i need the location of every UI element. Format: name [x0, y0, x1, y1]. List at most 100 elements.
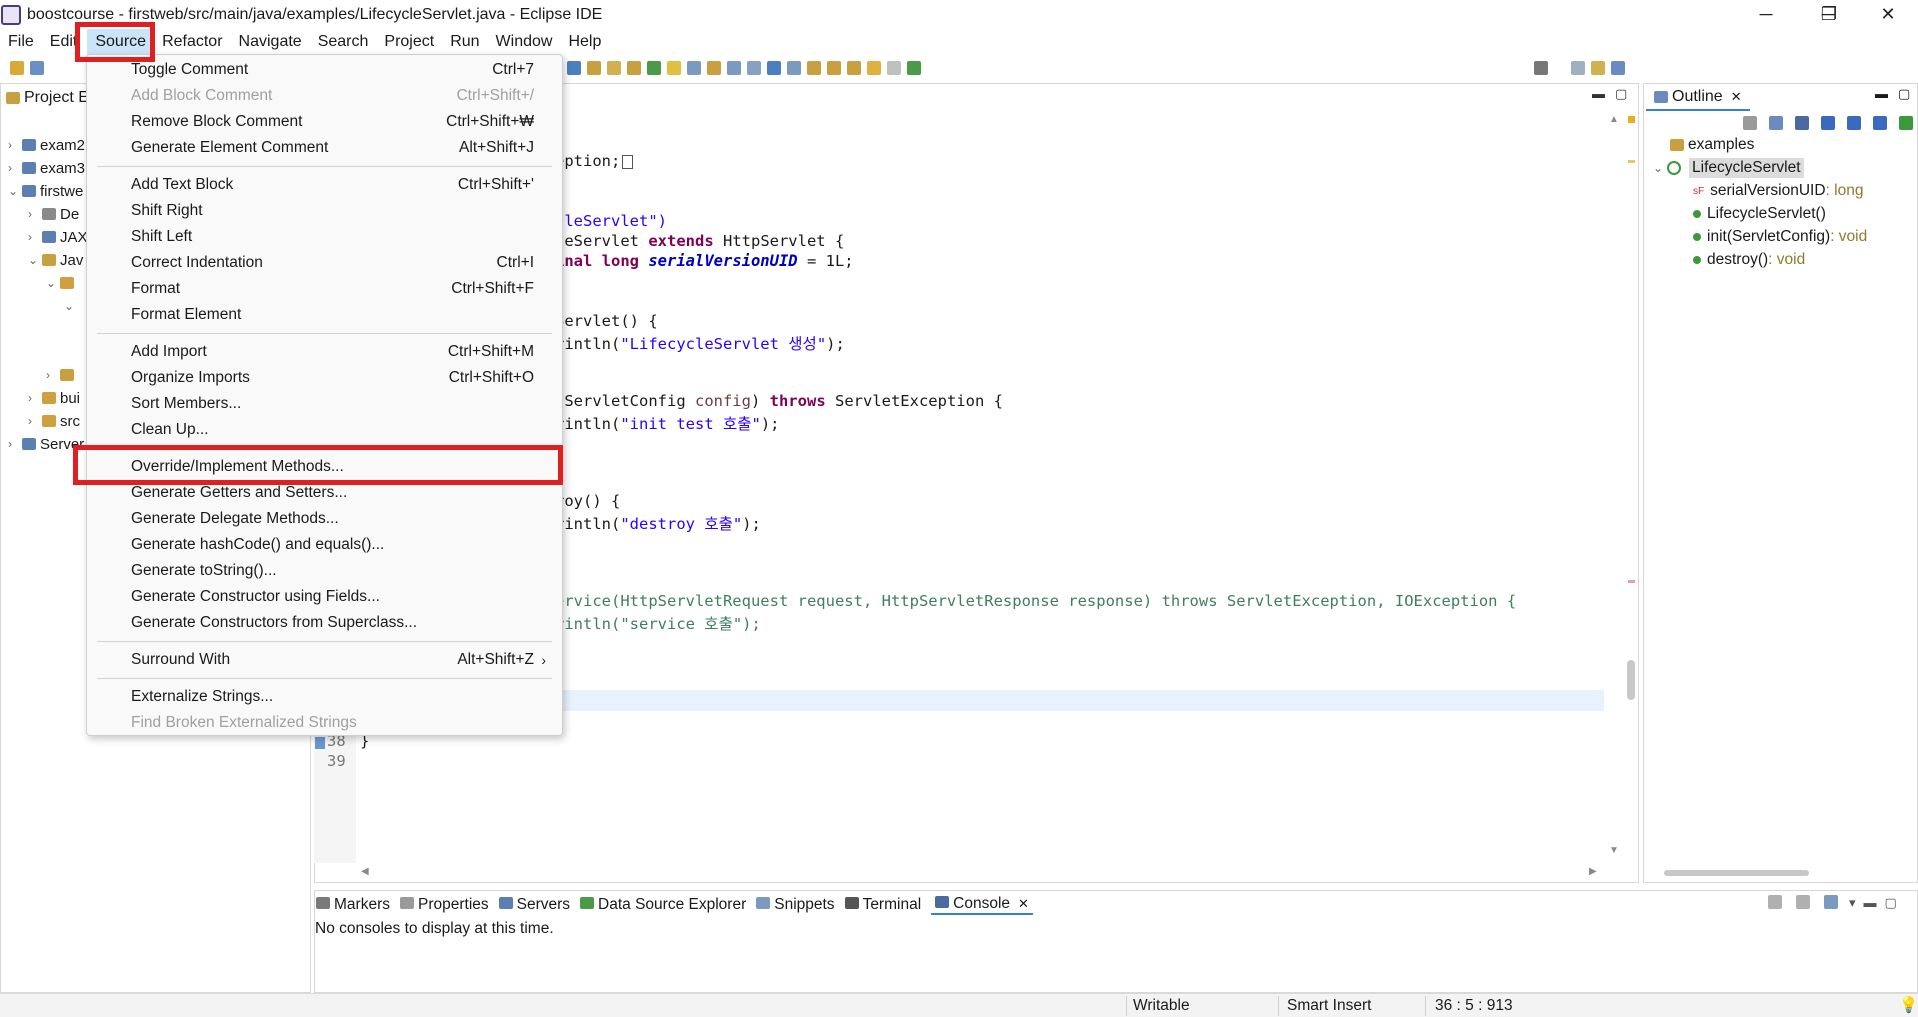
java-ee-perspective-icon[interactable]	[1591, 61, 1605, 75]
tree-row[interactable]: › De	[28, 204, 79, 224]
chevron-down-icon[interactable]: ⌄	[8, 184, 22, 198]
hide-static-icon[interactable]	[1847, 116, 1861, 130]
chevron-right-icon[interactable]: ›	[28, 414, 42, 428]
toolbar-tool-icon[interactable]	[827, 61, 841, 75]
code-line[interactable]: rintln("init test 호출");	[555, 412, 780, 434]
toolbar-tool-icon[interactable]	[567, 61, 581, 75]
minimize-button[interactable]: ─	[1736, 0, 1796, 29]
chevron-right-icon[interactable]: ›	[28, 207, 42, 221]
view-menu-icon[interactable]: ▾	[1849, 895, 1856, 911]
outline-maximize-icon[interactable]: ▢	[1898, 86, 1910, 102]
menu-file[interactable]: File	[0, 29, 42, 55]
sort-icon[interactable]	[1795, 116, 1809, 130]
outline-item-class[interactable]: ⌄ LifecycleServlet	[1653, 157, 1804, 179]
menu-item-generate-constructors-superclass[interactable]: Generate Constructors from Superclass...	[87, 610, 564, 636]
menu-item-format[interactable]: Format Ctrl+Shift+F	[87, 276, 564, 302]
menu-item-sort-members[interactable]: Sort Members...	[87, 391, 564, 417]
chevron-down-icon[interactable]: ⌄	[1653, 161, 1667, 175]
tree-row[interactable]: ⌄	[46, 273, 78, 293]
tab-console[interactable]: Console ✕	[931, 895, 1033, 915]
menu-item-generate-tostring[interactable]: Generate toString()...	[87, 558, 564, 584]
code-line[interactable]: cleServlet")	[555, 212, 667, 230]
outline-item-constructor[interactable]: LifecycleServlet()	[1693, 203, 1826, 225]
menu-item-add-text-block[interactable]: Add Text Block Ctrl+Shift+'	[87, 172, 564, 198]
menu-item-add-import[interactable]: Add Import Ctrl+Shift+M	[87, 339, 564, 365]
chevron-right-icon[interactable]: ›	[8, 161, 22, 175]
tree-row[interactable]: › exam3	[8, 158, 85, 178]
panel-maximize-icon[interactable]: ▢	[1885, 895, 1897, 911]
tab-markers[interactable]: Markers	[316, 896, 390, 914]
tree-row[interactable]: ⌄ Jav	[28, 250, 83, 270]
editor-minimize-icon[interactable]: ▬	[1592, 86, 1605, 101]
menu-help[interactable]: Help	[560, 29, 609, 55]
collapse-all-icon[interactable]	[1769, 116, 1783, 130]
vertical-scrollbar-thumb[interactable]	[1627, 660, 1635, 700]
panel-minimize-icon[interactable]: ▬	[1864, 895, 1877, 911]
tree-row[interactable]: › src	[28, 411, 80, 431]
menu-item-format-element[interactable]: Format Element	[87, 302, 564, 328]
chevron-down-icon[interactable]: ⌄	[64, 299, 78, 313]
project-explorer-tab[interactable]: Project E	[6, 85, 89, 111]
toolbar-tool-icon[interactable]	[707, 61, 721, 75]
tab-servers[interactable]: Servers	[498, 896, 570, 914]
outline-item-field[interactable]: sF serialVersionUID : long	[1693, 180, 1863, 202]
outline-item-method[interactable]: init(ServletConfig) : void	[1693, 226, 1867, 248]
java-perspective-icon[interactable]	[1611, 61, 1625, 75]
toolbar-tool-icon[interactable]	[727, 61, 741, 75]
scroll-down-icon[interactable]: ▼	[1609, 845, 1619, 856]
new-icon[interactable]	[10, 61, 24, 75]
code-line[interactable]: Servlet() {	[555, 312, 658, 330]
menu-item-correct-indentation[interactable]: Correct Indentation Ctrl+I	[87, 250, 564, 276]
outline-minimize-icon[interactable]: ▬	[1875, 86, 1888, 101]
scroll-left-icon[interactable]: ◀	[361, 866, 369, 877]
search-icon[interactable]	[1534, 61, 1548, 75]
open-console-icon[interactable]	[1824, 895, 1838, 909]
menu-item-generate-delegate-methods[interactable]: Generate Delegate Methods...	[87, 506, 564, 532]
open-perspective-icon[interactable]	[1571, 61, 1585, 75]
menu-refactor[interactable]: Refactor	[154, 29, 230, 55]
tab-properties[interactable]: Properties	[399, 896, 489, 914]
menu-run[interactable]: Run	[442, 29, 487, 55]
toolbar-tool-icon[interactable]	[587, 61, 601, 75]
toolbar-tool-icon[interactable]	[627, 61, 641, 75]
tree-row[interactable]: › exam2	[8, 135, 85, 155]
forward-icon[interactable]	[887, 61, 901, 75]
tip-bulb-icon[interactable]: 💡	[1899, 996, 1918, 1015]
tree-row[interactable]: ›	[46, 365, 78, 385]
menu-source[interactable]: Source	[87, 29, 155, 55]
close-console-icon[interactable]: ✕	[1018, 896, 1029, 911]
menu-item-generate-element-comment[interactable]: Generate Element Comment Alt+Shift+J	[87, 135, 564, 161]
menu-item-clean-up[interactable]: Clean Up...	[87, 417, 564, 443]
save-icon[interactable]	[30, 61, 44, 75]
scroll-up-icon[interactable]: ▲	[1609, 114, 1619, 125]
scroll-right-icon[interactable]: ▶	[1589, 866, 1597, 877]
menu-item-organize-imports[interactable]: Organize Imports Ctrl+Shift+O	[87, 365, 564, 391]
tree-row[interactable]: ⌄ firstwe	[8, 181, 83, 201]
code-line[interactable]: (ServletConfig config) throws ServletExc…	[555, 392, 1003, 410]
back-icon[interactable]	[867, 61, 881, 75]
tree-row[interactable]: › bui	[28, 388, 80, 408]
menu-item-generate-constructor-fields[interactable]: Generate Constructor using Fields...	[87, 584, 564, 610]
toolbar-tool-icon[interactable]	[667, 61, 681, 75]
chevron-right-icon[interactable]: ›	[28, 230, 42, 244]
code-line[interactable]: inal long serialVersionUID = 1L;	[555, 252, 854, 270]
chevron-right-icon[interactable]: ›	[8, 138, 22, 152]
toolbar-tool-icon[interactable]	[607, 61, 621, 75]
menu-item-override-implement-methods[interactable]: Override/Implement Methods...	[87, 454, 564, 480]
menu-item-generate-hashcode-equals[interactable]: Generate hashCode() and equals()...	[87, 532, 564, 558]
outline-horizontal-scrollbar[interactable]	[1664, 870, 1809, 876]
chevron-right-icon[interactable]: ›	[46, 368, 60, 382]
toolbar-tool-icon[interactable]	[907, 61, 921, 75]
close-outline-icon[interactable]: ✕	[1731, 89, 1742, 105]
menu-item-generate-getters-setters[interactable]: Generate Getters and Setters...	[87, 480, 564, 506]
outline-item-method[interactable]: destroy() : void	[1693, 249, 1805, 271]
tree-row[interactable]: › Server	[8, 434, 84, 454]
chevron-right-icon[interactable]: ›	[8, 437, 22, 451]
tab-snippets[interactable]: Snippets	[756, 896, 835, 914]
toolbar-tool-icon[interactable]	[647, 61, 661, 75]
menu-search[interactable]: Search	[310, 29, 377, 55]
menu-item-toggle-comment[interactable]: Toggle Comment Ctrl+7	[87, 57, 564, 83]
menu-window[interactable]: Window	[488, 29, 561, 55]
restore-button[interactable]: ❐	[1799, 0, 1859, 29]
hide-nonpublic-icon[interactable]	[1873, 116, 1887, 130]
